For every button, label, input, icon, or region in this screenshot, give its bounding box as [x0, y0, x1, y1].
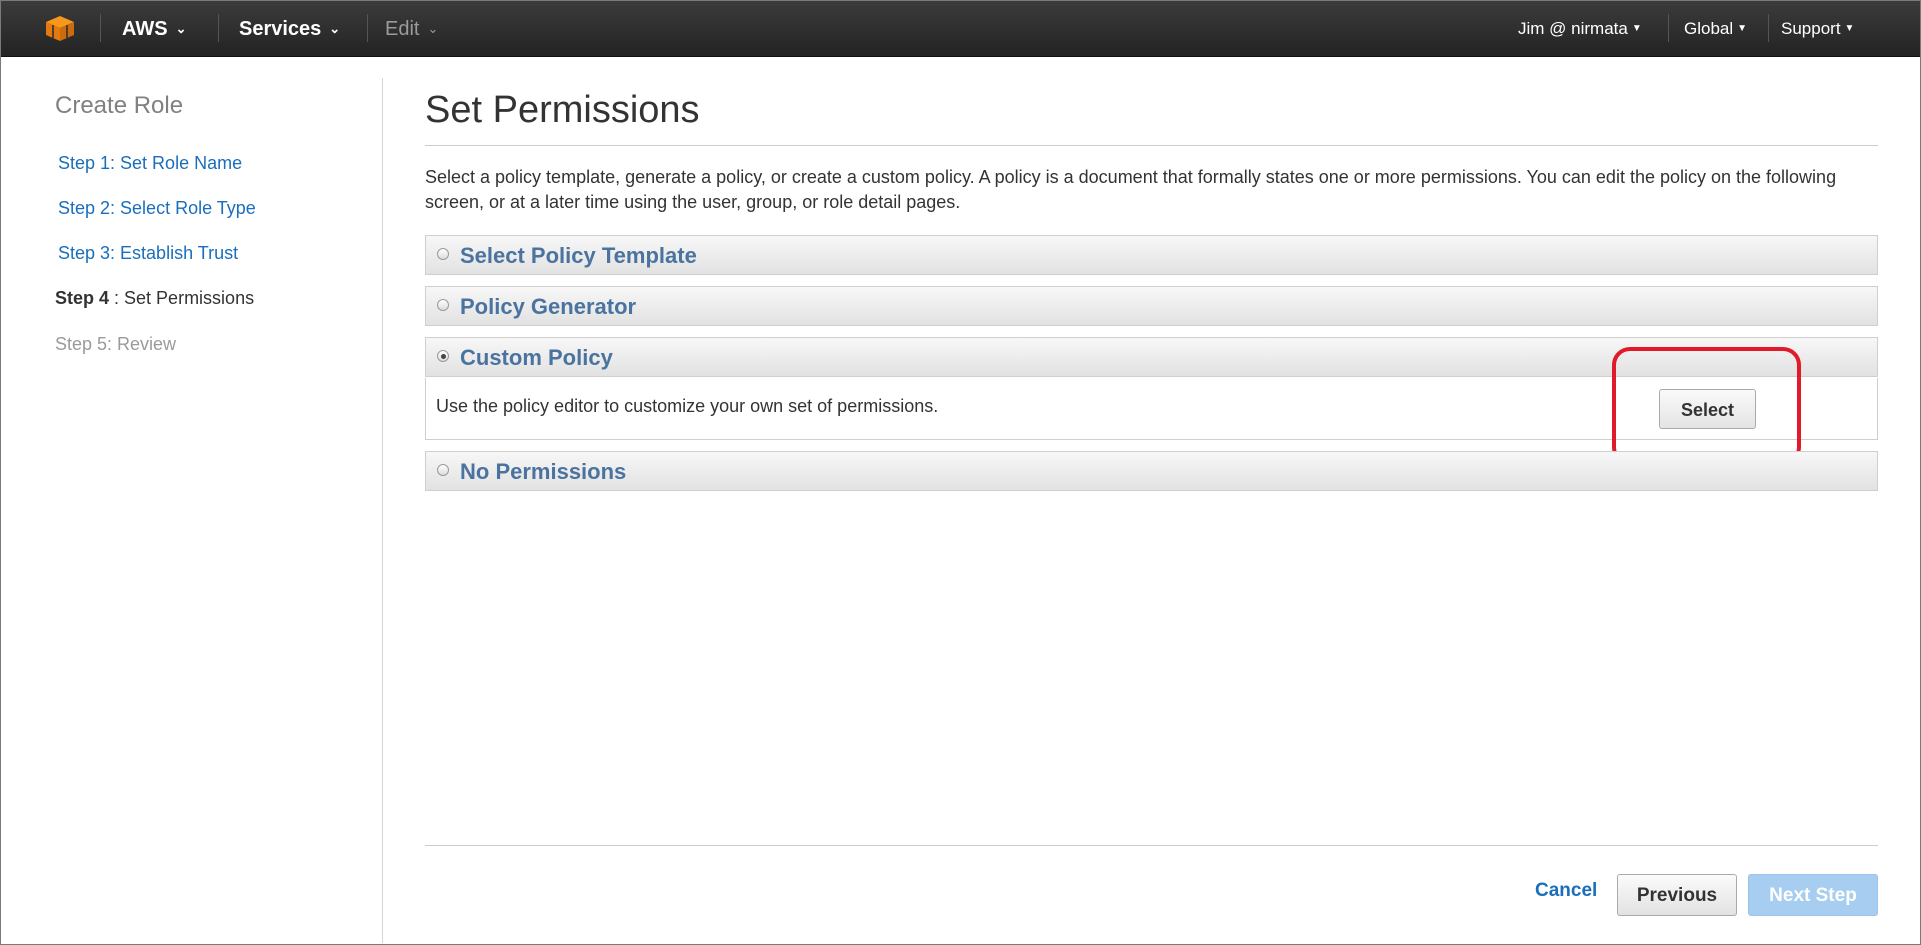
wizard-step-4-number: Step 4 — [55, 288, 110, 308]
cancel-link[interactable]: Cancel — [1535, 880, 1597, 902]
caret-down-icon: ▼ — [1737, 22, 1748, 34]
nav-divider — [367, 14, 368, 42]
wizard-step-5-label: Step 5: Review — [55, 334, 177, 354]
caret-down-icon: ▼ — [1631, 22, 1642, 34]
option-custom-policy[interactable]: Custom Policy — [425, 337, 1878, 377]
footer-divider — [425, 845, 1878, 846]
edit-menu-label: Edit — [385, 18, 420, 40]
select-button[interactable]: Select — [1659, 389, 1756, 429]
nav-divider — [1668, 14, 1669, 42]
page-description: Select a policy template, generate a pol… — [425, 167, 1837, 212]
radio-button[interactable] — [437, 248, 449, 260]
nav-divider — [100, 14, 101, 42]
aws-cube-logo-icon[interactable] — [44, 14, 76, 42]
radio-button[interactable] — [437, 464, 449, 476]
account-menu-label: Jim @ nirmata — [1518, 19, 1628, 38]
option-label: No Permissions — [460, 459, 627, 484]
region-menu[interactable]: Global ▼ — [1684, 0, 1747, 56]
option-policy-generator[interactable]: Policy Generator — [425, 286, 1878, 326]
chevron-down-icon: ⌄ — [175, 20, 187, 36]
wizard-step-3-link[interactable]: Step 3: Establish Trust — [58, 243, 238, 264]
support-menu[interactable]: Support ▼ — [1781, 0, 1854, 56]
account-menu[interactable]: Jim @ nirmata ▼ — [1518, 0, 1642, 56]
next-step-button[interactable]: Next Step — [1748, 874, 1878, 916]
wizard-step-4-current: Step 4 : Set Permissions — [55, 288, 254, 309]
nav-divider — [218, 14, 219, 42]
chevron-down-icon: ⌄ — [329, 20, 341, 36]
top-nav-bar: AWS ⌄ Services ⌄ Edit ⌄ Jim @ nirmata ▼ Glob… — [0, 0, 1921, 57]
region-menu-label: Global — [1684, 19, 1734, 38]
wizard-title: Create Role — [55, 92, 184, 119]
option-select-policy-template[interactable]: Select Policy Template — [425, 235, 1878, 275]
previous-button[interactable]: Previous — [1617, 874, 1737, 916]
aws-menu[interactable]: AWS ⌄ — [122, 0, 186, 56]
title-divider — [425, 145, 1878, 146]
wizard-step-1-link[interactable]: Step 1: Set Role Name — [58, 153, 242, 174]
edit-menu[interactable]: Edit ⌄ — [385, 0, 438, 56]
wizard-step-2-link[interactable]: Step 2: Select Role Type — [58, 198, 256, 219]
page-title: Set Permissions — [425, 89, 700, 131]
sidebar-divider — [382, 78, 383, 943]
support-menu-label: Support — [1781, 19, 1841, 38]
option-no-permissions[interactable]: No Permissions — [425, 451, 1878, 491]
custom-policy-description: Use the policy editor to customize your … — [436, 396, 939, 416]
nav-divider — [1768, 14, 1769, 42]
wizard-step-4-label: : Set Permissions — [109, 288, 255, 308]
option-label: Custom Policy — [460, 345, 613, 370]
services-menu-label: Services — [239, 18, 322, 40]
aws-menu-label: AWS — [122, 18, 168, 40]
radio-button-selected[interactable] — [437, 350, 449, 362]
services-menu[interactable]: Services ⌄ — [239, 0, 340, 56]
option-label: Select Policy Template — [460, 243, 697, 268]
caret-down-icon: ▼ — [1844, 22, 1855, 34]
chevron-down-icon: ⌄ — [427, 20, 439, 36]
option-label: Policy Generator — [460, 294, 637, 319]
radio-button[interactable] — [437, 299, 449, 311]
